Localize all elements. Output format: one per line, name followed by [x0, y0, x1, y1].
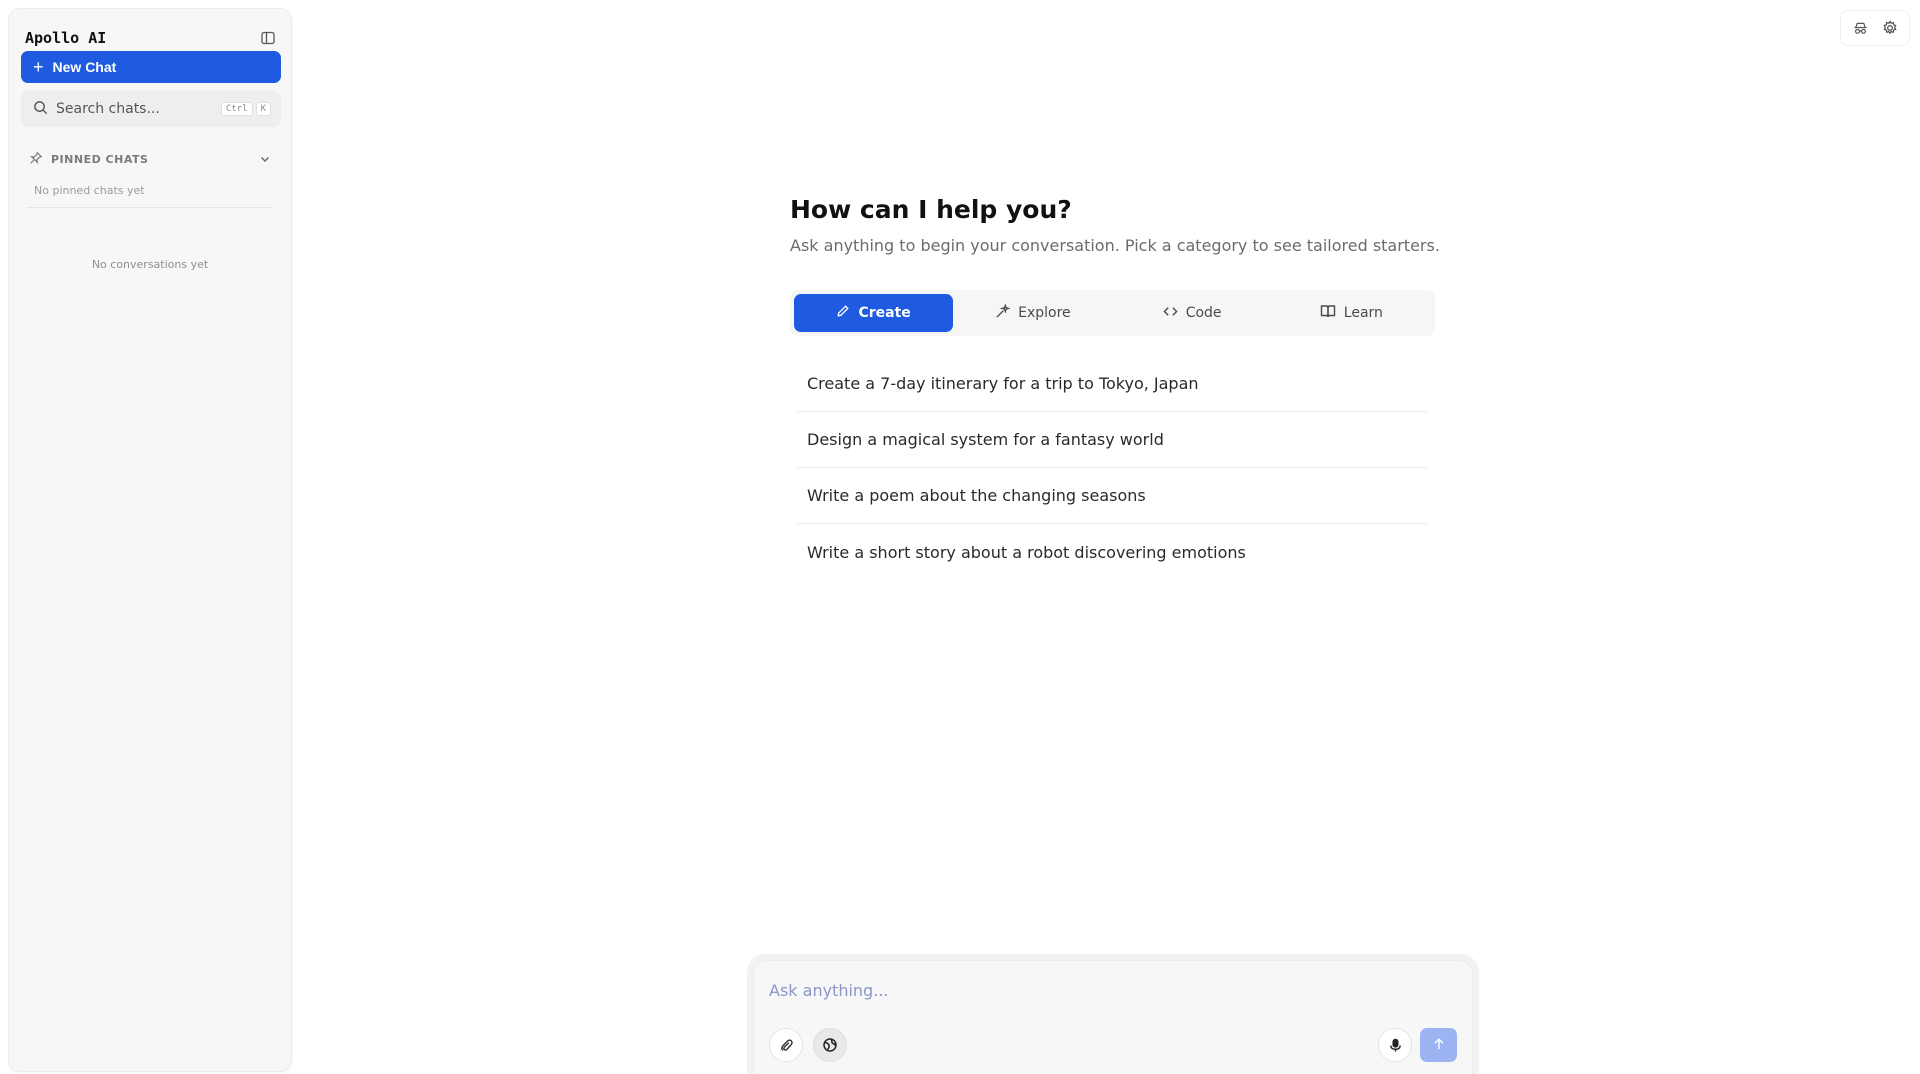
pencil-icon: [836, 304, 850, 322]
composer: [747, 954, 1479, 1074]
top-right-toolbar: [1840, 10, 1910, 46]
globe-icon[interactable]: [813, 1028, 847, 1062]
suggestion-item[interactable]: Create a 7-day itinerary for a trip to T…: [797, 356, 1427, 412]
chevron-down-icon: [259, 150, 271, 169]
tab-create[interactable]: Create: [794, 294, 954, 332]
attach-icon[interactable]: [769, 1028, 803, 1062]
new-chat-button[interactable]: + New Chat: [21, 51, 281, 83]
suggestion-item[interactable]: Write a short story about a robot discov…: [797, 524, 1427, 580]
search-box[interactable]: Ctrl K: [21, 91, 281, 127]
tab-explore-label: Explore: [1018, 305, 1071, 321]
sidebar-header: Apollo AI: [25, 27, 277, 49]
pinned-chats-label: PINNED CHATS: [51, 153, 149, 166]
microphone-icon[interactable]: [1378, 1028, 1412, 1062]
tab-code-label: Code: [1185, 305, 1222, 321]
tab-code[interactable]: Code: [1113, 294, 1272, 332]
book-icon: [1320, 303, 1336, 323]
plus-icon: +: [33, 57, 44, 77]
sidebar-toggle-icon[interactable]: [259, 29, 277, 47]
shortcut-key: K: [255, 102, 271, 116]
sidebar-divider: [27, 207, 273, 208]
message-input[interactable]: [769, 981, 1369, 1005]
search-icon: [33, 100, 48, 119]
arrow-up-icon: [1432, 1036, 1446, 1055]
search-input[interactable]: [56, 101, 218, 117]
tab-explore[interactable]: Explore: [953, 294, 1112, 332]
new-chat-label: New Chat: [52, 59, 117, 75]
category-tabs: Create Explore Code Learn: [790, 290, 1435, 336]
page-title: How can I help you?: [790, 195, 1072, 224]
pinned-chats-header[interactable]: PINNED CHATS: [29, 150, 271, 169]
pin-icon: [29, 150, 43, 169]
composer-inner: [753, 960, 1473, 1074]
suggestion-list: Create a 7-day itinerary for a trip to T…: [797, 356, 1427, 580]
app-title: Apollo AI: [25, 29, 107, 47]
shortcut-ctrl: Ctrl: [220, 102, 253, 116]
pinned-empty-text: No pinned chats yet: [34, 184, 145, 197]
page-subtitle: Ask anything to begin your conversation.…: [790, 236, 1440, 255]
incognito-icon[interactable]: [1847, 15, 1873, 41]
suggestion-item[interactable]: Design a magical system for a fantasy wo…: [797, 412, 1427, 468]
tab-create-label: Create: [858, 305, 911, 321]
code-icon: [1163, 304, 1178, 323]
no-conversations-text: No conversations yet: [91, 258, 209, 271]
send-button[interactable]: [1420, 1028, 1457, 1062]
sparkle-icon: [995, 302, 1012, 323]
tab-learn-label: Learn: [1343, 305, 1383, 321]
tab-learn[interactable]: Learn: [1272, 294, 1431, 332]
sidebar: Apollo AI + New Chat Ctrl K: [8, 8, 292, 1072]
gear-icon[interactable]: [1877, 15, 1903, 41]
suggestion-item[interactable]: Write a poem about the changing seasons: [797, 468, 1427, 524]
